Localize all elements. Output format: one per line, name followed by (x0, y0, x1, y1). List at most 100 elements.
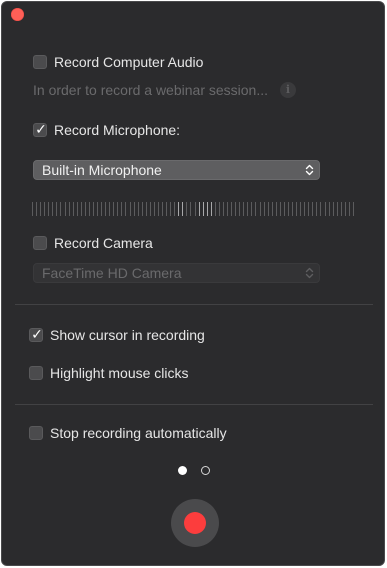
highlight-clicks-label: Highlight mouse clicks (50, 365, 189, 381)
meter-tick (36, 202, 38, 216)
meter-tick (214, 202, 216, 216)
highlight-clicks-option[interactable]: Highlight mouse clicks (29, 363, 189, 383)
meter-tick (206, 202, 208, 216)
meter-tick (129, 202, 131, 216)
meter-tick (271, 202, 273, 216)
meter-tick (218, 202, 220, 216)
meter-tick (198, 202, 200, 216)
separator (15, 304, 373, 305)
meter-tick (72, 202, 74, 216)
meter-tick (186, 202, 188, 216)
stop-automatically-option[interactable]: Stop recording automatically (29, 423, 227, 443)
meter-tick (84, 202, 86, 216)
meter-tick (227, 202, 228, 216)
meter-tick (222, 202, 224, 216)
meter-tick (308, 202, 310, 216)
meter-tick (157, 202, 159, 216)
record-camera-checkbox[interactable] (33, 236, 47, 250)
meter-tick (316, 202, 318, 216)
meter-tick (344, 202, 346, 216)
separator (15, 404, 373, 405)
meter-tick (328, 202, 330, 216)
meter-tick (60, 202, 62, 216)
meter-tick (64, 202, 66, 216)
meter-tick (336, 202, 338, 216)
meter-tick (153, 202, 155, 216)
meter-tick (239, 202, 241, 216)
meter-tick (279, 202, 281, 216)
checkmark-icon: ✓ (31, 327, 43, 343)
meter-tick (304, 202, 306, 216)
meter-tick (32, 202, 33, 216)
meter-tick (340, 202, 342, 216)
meter-tick (275, 202, 277, 216)
meter-tick (174, 202, 176, 216)
highlight-clicks-checkbox[interactable] (29, 366, 43, 380)
meter-tick (48, 202, 50, 216)
microphone-select[interactable]: Built-in Microphone (33, 160, 320, 180)
record-microphone-option[interactable]: ✓ Record Microphone: (33, 120, 180, 140)
meter-tick (312, 202, 314, 216)
record-camera-option[interactable]: Record Camera (33, 233, 153, 253)
meter-tick (190, 202, 192, 216)
meter-tick (247, 202, 249, 216)
meter-tick (287, 202, 289, 216)
meter-tick (296, 202, 298, 216)
meter-tick (235, 202, 237, 216)
meter-tick (332, 202, 334, 216)
meter-tick (125, 202, 127, 216)
meter-tick (300, 202, 302, 216)
record-computer-audio-label: Record Computer Audio (54, 54, 204, 70)
meter-tick (113, 202, 115, 216)
meter-tick (117, 202, 119, 216)
microphone-select-value: Built-in Microphone (42, 162, 162, 178)
meter-tick (40, 202, 42, 216)
meter-tick (292, 202, 293, 216)
stop-automatically-checkbox[interactable] (29, 426, 43, 440)
meter-tick (97, 202, 98, 216)
page-indicator-2[interactable] (201, 466, 210, 475)
stop-automatically-label: Stop recording automatically (50, 425, 227, 441)
page-indicator-1[interactable] (178, 466, 187, 475)
meter-tick (88, 202, 90, 216)
meter-tick (352, 202, 354, 216)
meter-tick (52, 202, 54, 216)
meter-tick (182, 202, 184, 216)
meter-tick (166, 202, 168, 216)
record-computer-audio-option[interactable]: Record Computer Audio (33, 52, 203, 72)
info-icon[interactable]: i (280, 82, 297, 98)
meter-tick (162, 202, 163, 216)
webinar-hint-text: In order to record a webinar session... (33, 82, 269, 98)
meter-tick (170, 202, 172, 216)
meter-tick (243, 202, 245, 216)
meter-tick (68, 202, 70, 216)
record-microphone-checkbox[interactable]: ✓ (33, 122, 47, 138)
meter-tick (283, 202, 285, 216)
close-button[interactable] (11, 8, 24, 21)
meter-tick (109, 202, 111, 216)
meter-tick (231, 202, 233, 216)
meter-tick (121, 202, 123, 216)
meter-tick (141, 202, 143, 216)
record-computer-audio-checkbox[interactable] (33, 55, 47, 69)
meter-tick (210, 202, 212, 216)
microphone-level-meter (32, 201, 354, 217)
record-button[interactable] (171, 499, 219, 547)
meter-tick (101, 202, 103, 216)
meter-tick (348, 202, 350, 216)
meter-tick (80, 202, 82, 216)
webinar-hint-row: In order to record a webinar session... … (33, 80, 297, 100)
meter-tick (92, 202, 94, 216)
show-cursor-option[interactable]: ✓ Show cursor in recording (29, 325, 205, 345)
camera-select: FaceTime HD Camera (33, 263, 320, 283)
meter-tick (56, 202, 58, 216)
meter-tick (149, 202, 151, 216)
meter-tick (259, 202, 261, 216)
meter-tick (44, 202, 46, 216)
meter-tick (137, 202, 139, 216)
meter-tick (105, 202, 107, 216)
show-cursor-checkbox[interactable]: ✓ (29, 327, 43, 343)
record-camera-label: Record Camera (54, 235, 153, 251)
meter-tick (76, 202, 78, 216)
recorder-window: Record Computer Audio In order to record… (1, 1, 385, 566)
